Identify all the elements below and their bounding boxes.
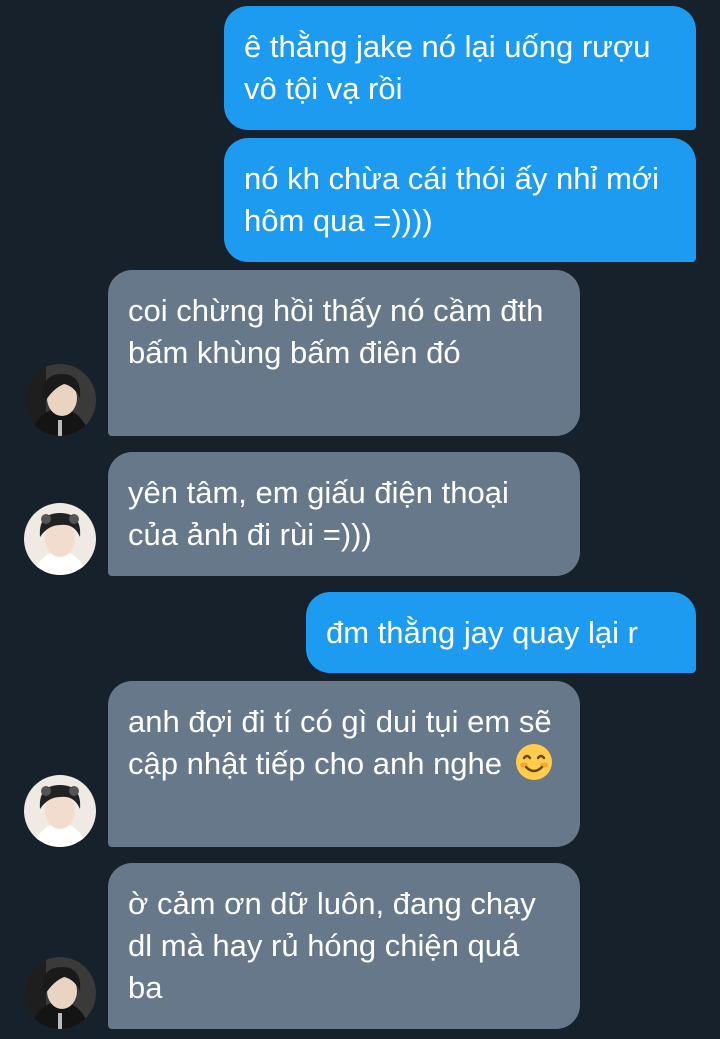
light-avatar-icon <box>24 775 96 847</box>
message-text: ờ cảm ơn dữ luôn, đang chạy dl mà hay rủ… <box>128 886 536 1005</box>
dark-avatar-icon <box>24 957 96 1029</box>
outgoing-message[interactable]: ê thằng jake nó lại uống rượu vô tội vạ … <box>224 6 696 130</box>
message-text: đm thằng jay quay lại r <box>326 615 638 650</box>
message-text: nó kh chừa cái thói ấy nhỉ mới hôm qua =… <box>244 161 660 238</box>
message-text: anh đợi đi tí có gì dui tụi em sẽ cập nh… <box>128 704 552 781</box>
message-text: ê thằng jake nó lại uống rượu vô tội vạ … <box>244 29 651 106</box>
light-avatar-icon <box>24 503 96 575</box>
incoming-message[interactable]: yên tâm, em giấu điện thoại của ảnh đi r… <box>108 452 580 576</box>
avatar[interactable] <box>24 364 96 436</box>
dark-avatar-icon <box>24 364 96 436</box>
incoming-message[interactable]: anh đợi đi tí có gì dui tụi em sẽ cập nh… <box>108 681 580 847</box>
smiling-face-emoji-icon <box>515 744 552 780</box>
incoming-message[interactable]: ờ cảm ơn dữ luôn, đang chạy dl mà hay rủ… <box>108 863 580 1029</box>
avatar[interactable] <box>24 503 96 575</box>
message-text: yên tâm, em giấu điện thoại của ảnh đi r… <box>128 475 509 552</box>
outgoing-message[interactable]: đm thằng jay quay lại r <box>306 592 696 673</box>
avatar[interactable] <box>24 775 96 847</box>
message-thread: ê thằng jake nó lại uống rượu vô tội vạ … <box>0 0 720 1039</box>
avatar[interactable] <box>24 957 96 1029</box>
incoming-message[interactable]: coi chừng hồi thấy nó cầm đth bấm khùng … <box>108 270 580 436</box>
message-text: coi chừng hồi thấy nó cầm đth bấm khùng … <box>128 293 544 370</box>
outgoing-message[interactable]: nó kh chừa cái thói ấy nhỉ mới hôm qua =… <box>224 138 696 262</box>
